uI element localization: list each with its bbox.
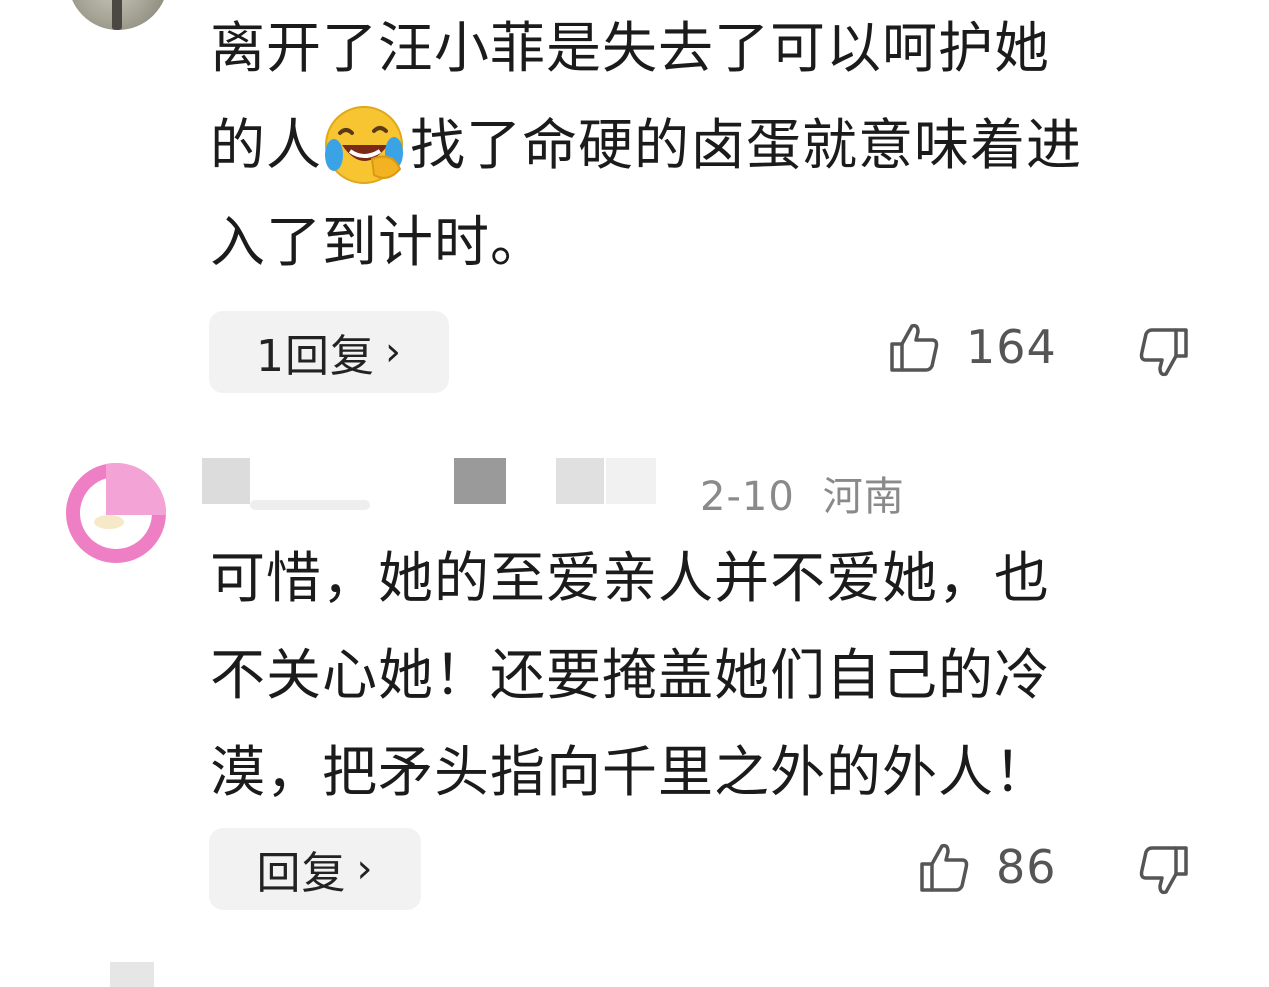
thumbs-up-icon — [920, 843, 969, 892]
chevron-right-icon: › — [385, 329, 402, 375]
comment-text-segment: 的人 — [210, 113, 323, 177]
like-count: 86 — [996, 840, 1057, 894]
avatar[interactable] — [66, 463, 166, 563]
comment-text-line: 离开了汪小菲是失去了可以呵护她 — [210, 16, 1051, 80]
reply-button[interactable]: 1回复 › — [209, 311, 449, 393]
chevron-right-icon: › — [356, 846, 374, 892]
redacted-username — [250, 500, 370, 510]
avatar-shape — [106, 463, 166, 515]
thumbs-down-icon[interactable] — [1136, 324, 1194, 382]
comment-text-line: 可惜，她的至爱亲人并不爱她，也 — [210, 546, 1051, 610]
comment-text-line: 漠，把矛头指向千里之外的外人！ — [210, 740, 1051, 804]
avatar[interactable] — [110, 962, 154, 987]
redacted-username — [556, 458, 604, 504]
comment-location: 河南 — [822, 474, 905, 520]
thumbs-up-icon — [890, 323, 939, 372]
like-button[interactable]: 86 — [914, 838, 1057, 896]
reply-label: 1回复 — [256, 331, 375, 382]
comment-text-line: 不关心她！还要掩盖她们自己的冷 — [210, 643, 1051, 707]
reply-button[interactable]: 回复 › — [209, 828, 421, 910]
like-count: 164 — [966, 320, 1057, 374]
laughing-crying-emoji-icon — [325, 105, 404, 184]
redacted-username — [606, 458, 656, 504]
redacted-username — [202, 458, 250, 504]
redacted-username — [454, 458, 506, 504]
thumbs-down-icon[interactable] — [1136, 842, 1194, 900]
comment-text-line: 的人 找了命硬的卤蛋就意味着进 — [210, 97, 1210, 194]
comment-meta: 2-10 河南 — [700, 464, 905, 522]
avatar-shape — [94, 515, 124, 529]
comment-text-segment: 找了命硬的卤蛋就意味着进 — [410, 113, 1083, 177]
like-button[interactable]: 164 — [884, 318, 1057, 376]
comment-date: 2-10 — [700, 474, 795, 520]
comment-feed: 离开了汪小菲是失去了可以呵护她 的人 找了命硬的卤蛋就意味着进 入了到计时。 1… — [0, 0, 1269, 987]
avatar-figure — [112, 0, 122, 30]
reply-label: 回复 — [256, 848, 347, 899]
avatar[interactable] — [68, 0, 168, 30]
comment-text-line: 入了到计时。 — [210, 210, 547, 274]
